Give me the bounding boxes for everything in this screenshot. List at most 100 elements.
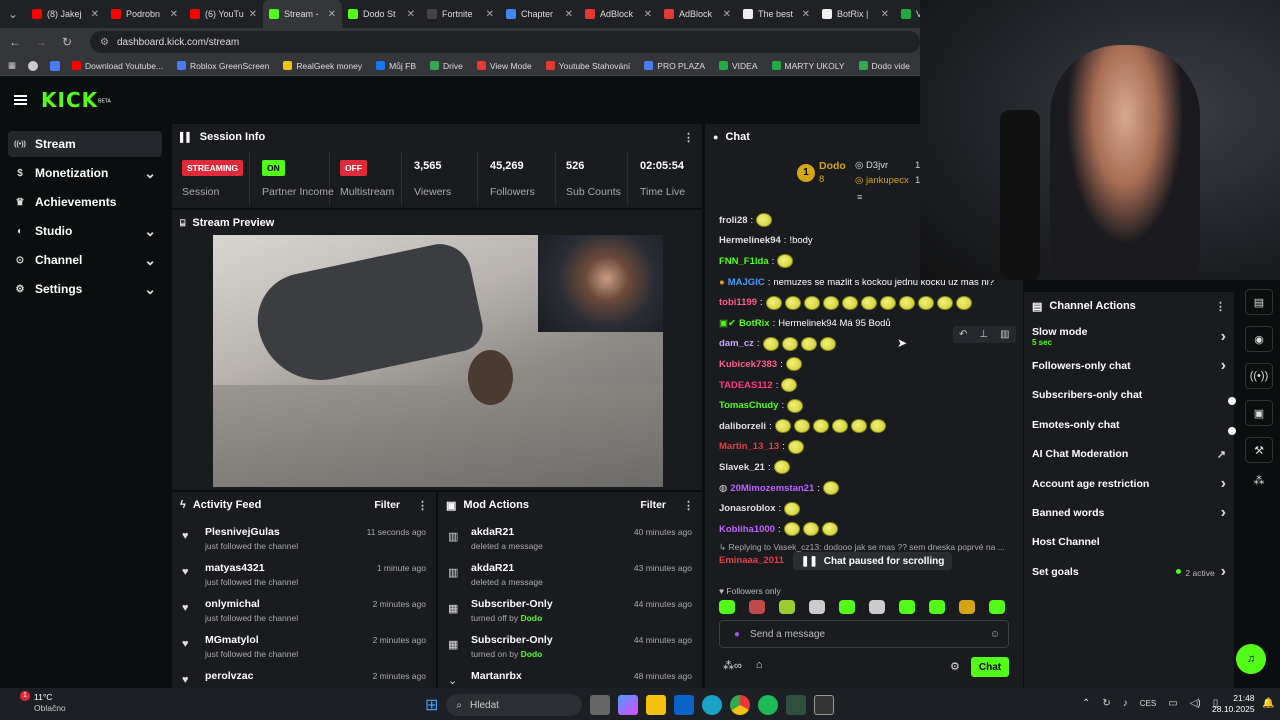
emote-icon[interactable] bbox=[955, 295, 972, 310]
chevron-right-icon[interactable]: › bbox=[1221, 357, 1226, 375]
emote-icon[interactable] bbox=[819, 336, 836, 351]
sidebar-item-monetization[interactable]: $ Monetization ⌄ bbox=[8, 160, 162, 186]
emote-icon[interactable] bbox=[774, 419, 791, 434]
bookmark-item[interactable]: Roblox GreenScreen bbox=[177, 61, 269, 71]
chrome-icon[interactable] bbox=[28, 60, 39, 71]
outlook-icon[interactable] bbox=[674, 695, 695, 715]
emote-icon[interactable] bbox=[812, 419, 829, 434]
emote-icon[interactable] bbox=[756, 213, 773, 228]
quick-emote-icon[interactable] bbox=[749, 600, 765, 614]
store-icon[interactable]: ⌂ bbox=[756, 659, 763, 672]
chat-username[interactable]: Jonasroblox bbox=[719, 503, 776, 514]
quick-emote-icon[interactable] bbox=[809, 600, 825, 614]
quick-emote-icon[interactable] bbox=[929, 600, 945, 614]
emote-icon[interactable] bbox=[777, 254, 794, 269]
emote-icon[interactable] bbox=[762, 336, 779, 351]
activity-row[interactable]: ♥ matyas4321 just followed the channel 1 mi… bbox=[172, 558, 436, 594]
emote-icon[interactable] bbox=[936, 295, 953, 310]
chat-username[interactable]: Hermelinek94 bbox=[719, 235, 781, 246]
chat-username[interactable]: TomasChudy bbox=[719, 400, 778, 411]
bookmark-item[interactable]: Download Youtube... bbox=[72, 61, 163, 71]
emote-icon[interactable] bbox=[822, 481, 839, 496]
chat-username[interactable]: Kobliha1000 bbox=[719, 524, 775, 535]
quick-emote-icon[interactable] bbox=[869, 600, 885, 614]
mod-action-row[interactable]: ▥ akdaR21 deleted a message 43 minutes ago bbox=[438, 558, 702, 594]
browser-tab[interactable]: (6) YouTu ✕ bbox=[184, 0, 263, 28]
terminal-icon[interactable] bbox=[786, 695, 807, 715]
reload-icon[interactable]: ↻ bbox=[58, 35, 76, 49]
emote-icon[interactable] bbox=[802, 522, 819, 537]
copilot-icon[interactable] bbox=[618, 695, 639, 715]
chevron-right-icon[interactable]: › bbox=[1221, 475, 1226, 493]
chat-username[interactable]: TADEAS112 bbox=[719, 380, 773, 391]
activity-row[interactable]: ♥ MGmatylol just followed the channel 2 min… bbox=[172, 630, 436, 666]
chat-message[interactable]: Jonasroblox: bbox=[719, 498, 1019, 519]
windows-start-icon[interactable]: ⊞ bbox=[425, 695, 438, 715]
chat-message[interactable]: Kubicek7383: bbox=[719, 354, 1019, 375]
channel-action-slow-mode[interactable]: Slow mode 5 sec › bbox=[1024, 322, 1234, 351]
chat-message[interactable]: daliborzeli: bbox=[719, 416, 1019, 437]
bookmark-item[interactable]: Můj FB bbox=[376, 61, 416, 71]
emote-icon[interactable] bbox=[783, 522, 800, 537]
browser-tab[interactable]: AdBlock ✕ bbox=[579, 0, 658, 28]
channel-action-account-age-restriction[interactable]: Account age restriction › bbox=[1024, 469, 1234, 498]
activity-filter-button[interactable]: Filter bbox=[374, 499, 400, 511]
chat-username[interactable]: daliborzeli bbox=[719, 421, 766, 432]
emote-icon[interactable] bbox=[781, 336, 798, 351]
back-icon[interactable]: ← bbox=[6, 35, 24, 49]
emote-icon[interactable] bbox=[917, 295, 934, 310]
chat-message[interactable]: Kobliha1000: bbox=[719, 519, 1019, 540]
mod-action-row[interactable]: ▦ Subscriber-Only turned on by Dodo 44 minu… bbox=[438, 630, 702, 666]
broadcast-icon[interactable]: ((•)) bbox=[1245, 363, 1273, 389]
emote-icon[interactable] bbox=[785, 357, 802, 372]
emote-icon[interactable] bbox=[793, 419, 810, 434]
mod-action-row[interactable]: ▦ Subscriber-Only turned off by Dodo 44 min… bbox=[438, 594, 702, 630]
browser-tab[interactable]: Fortnite ✕ bbox=[421, 0, 500, 28]
users-icon[interactable]: ⁂∞ bbox=[723, 659, 742, 672]
chat-username[interactable]: Martin_13_13 bbox=[719, 441, 779, 452]
more-options-icon[interactable]: ⋮ bbox=[1215, 300, 1226, 313]
bookmark-item[interactable]: MARTY UKOLY bbox=[771, 61, 845, 71]
file-explorer-icon[interactable] bbox=[646, 695, 667, 715]
browser-tab[interactable]: The best ✕ bbox=[737, 0, 816, 28]
mod-action-row[interactable]: ▥ akdaR21 deleted a message 40 minutes ago bbox=[438, 522, 702, 558]
chat-paused-banner[interactable]: ❚❚ Chat paused for scrolling bbox=[793, 552, 953, 570]
chat-message[interactable]: TomasChudy: bbox=[719, 395, 1019, 416]
more-options-icon[interactable]: ⋮ bbox=[683, 499, 694, 512]
chat-message[interactable]: Slavek_21: bbox=[719, 457, 1019, 478]
activity-row[interactable]: ♥ PlesnivejGulas just followed the channel… bbox=[172, 522, 436, 558]
close-tab-icon[interactable]: ✕ bbox=[91, 9, 99, 20]
weather-widget[interactable]: 1 11°C Oblačno bbox=[14, 691, 66, 714]
browser-tab[interactable]: AdBlock ✕ bbox=[658, 0, 737, 28]
chat-username[interactable]: FNN_F1lda bbox=[719, 256, 769, 267]
kick-logo[interactable]: KICKBETA bbox=[41, 88, 111, 112]
chat-message[interactable]: ◍ 20Mimozemstan21: bbox=[719, 478, 1019, 499]
mod-action-by[interactable]: Dodo bbox=[521, 649, 543, 659]
browser-tab[interactable]: Dodo St ✕ bbox=[342, 0, 421, 28]
mic-tray-icon[interactable]: ♪ bbox=[1123, 698, 1128, 709]
channel-action-followers-only-chat[interactable]: Followers-only chat › bbox=[1024, 351, 1234, 380]
spotify-icon[interactable] bbox=[758, 695, 779, 715]
channel-action-subscribers-only-chat[interactable]: Subscribers-only chat bbox=[1024, 381, 1234, 410]
sidebar-item-channel[interactable]: ⊙ Channel ⌄ bbox=[8, 247, 162, 273]
emote-icon[interactable] bbox=[821, 522, 838, 537]
emote-icon[interactable] bbox=[822, 295, 839, 310]
emote-icon[interactable] bbox=[784, 295, 801, 310]
browser-tab[interactable]: Podrobn ✕ bbox=[105, 0, 184, 28]
close-tab-icon[interactable]: ✕ bbox=[407, 9, 415, 20]
send-chat-button[interactable]: Chat bbox=[971, 657, 1009, 677]
url-field[interactable]: ⚙ dashboard.kick.com/stream bbox=[90, 31, 920, 53]
quick-emote-icon[interactable] bbox=[719, 600, 735, 614]
chat-username[interactable]: Slavek_21 bbox=[719, 462, 765, 473]
activity-row[interactable]: ♥ onlymichal just followed the channel 2 mi… bbox=[172, 594, 436, 630]
chat-message[interactable]: Martin_13_13: bbox=[719, 437, 1019, 458]
emote-icon[interactable] bbox=[898, 295, 915, 310]
taskbar-search[interactable]: ⌕ Hledat bbox=[446, 694, 583, 716]
volume-icon[interactable]: ◁) bbox=[1190, 698, 1201, 709]
emote-icon[interactable] bbox=[803, 295, 820, 310]
quick-emote-icon[interactable] bbox=[839, 600, 855, 614]
emote-icon[interactable] bbox=[879, 295, 896, 310]
quick-emote-icon[interactable] bbox=[779, 600, 795, 614]
bookmark-item[interactable]: VIDEA bbox=[719, 61, 758, 71]
emote-icon[interactable] bbox=[784, 501, 801, 516]
